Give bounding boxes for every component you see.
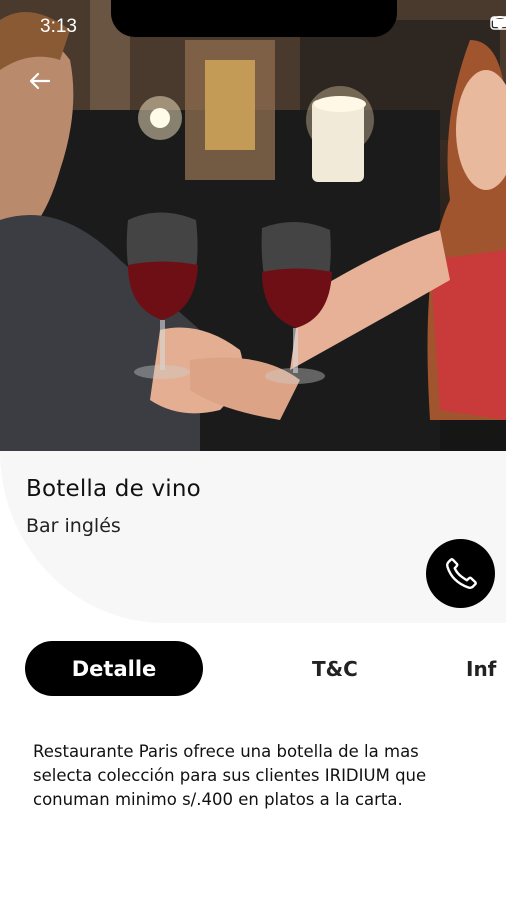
- device-notch: [111, 0, 397, 37]
- tab-bar: Detalle T&C Inf: [0, 641, 506, 697]
- dinner-photo-illustration: [0, 0, 506, 452]
- battery-icon: [490, 16, 506, 30]
- call-button[interactable]: [426, 539, 495, 608]
- tab-detalle[interactable]: Detalle: [25, 641, 203, 696]
- item-title: Botella de vino: [26, 476, 201, 502]
- detail-description: Restaurante Paris ofrece una botella de …: [33, 742, 427, 809]
- tab-info[interactable]: Inf: [466, 641, 496, 696]
- hero-photo: 3:13: [0, 0, 506, 452]
- arrow-left-icon: [29, 72, 50, 90]
- tab-terms[interactable]: T&C: [312, 641, 358, 696]
- status-bar: 3:13: [0, 0, 506, 56]
- status-time: 3:13: [40, 16, 77, 37]
- back-button[interactable]: [28, 72, 64, 108]
- phone-icon: [445, 557, 477, 589]
- item-subtitle: Bar inglés: [26, 515, 121, 537]
